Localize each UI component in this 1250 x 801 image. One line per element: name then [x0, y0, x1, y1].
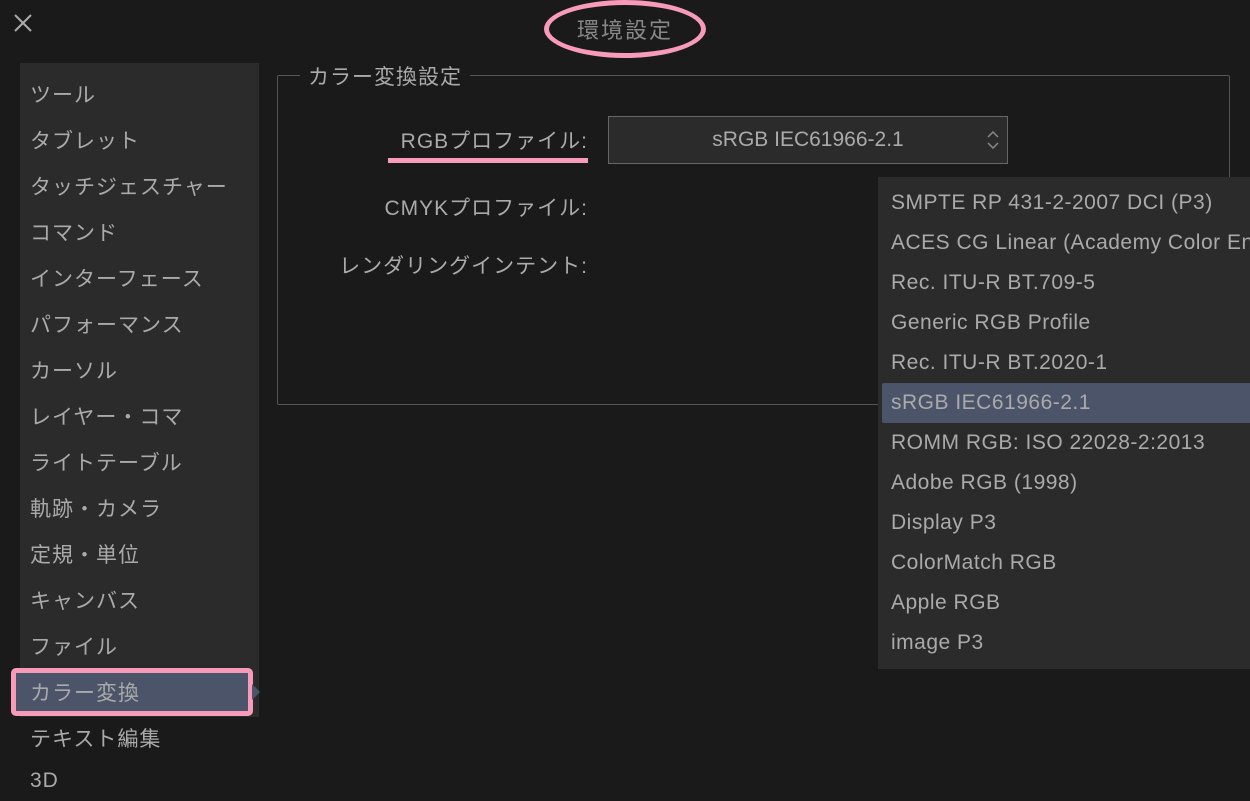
- sidebar-item[interactable]: 3D: [20, 761, 259, 801]
- sidebar-item-label: 定規・単位: [30, 544, 140, 567]
- sidebar-item-label: テキスト編集: [30, 728, 161, 751]
- rgb-profile-value: sRGB IEC61966-2.1: [712, 128, 903, 152]
- dropdown-option[interactable]: Rec. ITU-R BT.2020-1: [882, 343, 1250, 383]
- sidebar-item[interactable]: タブレット: [20, 117, 259, 163]
- sidebar-item-label: インターフェース: [30, 268, 204, 291]
- sidebar-item[interactable]: ツール: [20, 71, 259, 117]
- rendering-intent-label: レンダリングインテント:: [298, 250, 608, 280]
- sidebar-item[interactable]: 定規・単位: [20, 531, 259, 577]
- rgb-profile-label: RGBプロファイル:: [298, 125, 608, 155]
- sidebar-item-label: 軌跡・カメラ: [30, 498, 162, 521]
- dropdown-option[interactable]: Display P3: [882, 503, 1250, 543]
- dropdown-option[interactable]: ACES CG Linear (Academy Color Encoding S…: [882, 223, 1250, 263]
- sidebar-item-label: カラー変換: [30, 682, 140, 705]
- sidebar-item[interactable]: パフォーマンス: [20, 301, 259, 347]
- sidebar-item[interactable]: ファイル: [20, 623, 259, 669]
- dropdown-option[interactable]: SMPTE RP 431-2-2007 DCI (P3): [882, 183, 1250, 223]
- sidebar-item[interactable]: コマンド: [20, 209, 259, 255]
- sidebar-item-label: カーソル: [30, 360, 118, 383]
- sidebar-item[interactable]: テキスト編集: [20, 715, 259, 761]
- main-container: ツールタブレットタッチジェスチャーコマンドインターフェースパフォーマンスカーソル…: [0, 48, 1250, 717]
- rgb-profile-dropdown[interactable]: SMPTE RP 431-2-2007 DCI (P3)ACES CG Line…: [878, 177, 1250, 669]
- sidebar-item-label: ライトテーブル: [30, 452, 183, 475]
- dropdown-option[interactable]: ColorMatch RGB: [882, 543, 1250, 583]
- sidebar-item-label: 3D: [30, 769, 59, 792]
- sidebar-item[interactable]: インターフェース: [20, 255, 259, 301]
- sidebar-item[interactable]: 軌跡・カメラ: [20, 485, 259, 531]
- close-icon: [13, 13, 33, 33]
- close-button[interactable]: [13, 13, 33, 33]
- highlight-underline: [388, 158, 588, 163]
- sidebar-item[interactable]: レイヤー・コマ: [20, 393, 259, 439]
- rgb-profile-row: RGBプロファイル: sRGB IEC61966-2.1: [298, 116, 1209, 164]
- titlebar: 環境設定: [0, 0, 1250, 48]
- sidebar-item-label: キャンバス: [30, 590, 140, 613]
- sidebar-item-label: ファイル: [30, 636, 118, 659]
- sidebar-item[interactable]: キャンバス: [20, 577, 259, 623]
- dropdown-option[interactable]: image P3: [882, 623, 1250, 663]
- dropdown-option[interactable]: Apple RGB: [882, 583, 1250, 623]
- sidebar-item-label: コマンド: [30, 222, 118, 245]
- sidebar: ツールタブレットタッチジェスチャーコマンドインターフェースパフォーマンスカーソル…: [20, 63, 259, 717]
- content-area: カラー変換設定 RGBプロファイル: sRGB IEC61966-2.1 CMY…: [259, 63, 1250, 717]
- rgb-profile-select[interactable]: sRGB IEC61966-2.1: [608, 116, 1008, 164]
- dropdown-option[interactable]: ROMM RGB: ISO 22028-2:2013: [882, 423, 1250, 463]
- sidebar-item-label: ツール: [30, 84, 96, 107]
- sidebar-item-label: タッチジェスチャー: [30, 176, 228, 199]
- window-title: 環境設定: [544, 0, 706, 58]
- dropdown-option[interactable]: Generic RGB Profile: [882, 303, 1250, 343]
- sidebar-item[interactable]: タッチジェスチャー: [20, 163, 259, 209]
- select-arrows-icon: [987, 131, 999, 149]
- dropdown-option[interactable]: Adobe RGB (1998): [882, 463, 1250, 503]
- sidebar-item-label: パフォーマンス: [30, 314, 184, 337]
- sidebar-item[interactable]: カーソル: [20, 347, 259, 393]
- cmyk-profile-label: CMYKプロファイル:: [298, 192, 608, 222]
- sidebar-item[interactable]: ライトテーブル: [20, 439, 259, 485]
- sidebar-item-label: タブレット: [30, 130, 140, 153]
- sidebar-item[interactable]: カラー変換: [12, 669, 252, 715]
- sidebar-item-label: レイヤー・コマ: [30, 406, 183, 429]
- dropdown-option[interactable]: Rec. ITU-R BT.709-5: [882, 263, 1250, 303]
- dropdown-option[interactable]: sRGB IEC61966-2.1: [882, 383, 1250, 423]
- fieldset-legend: カラー変換設定: [300, 61, 470, 91]
